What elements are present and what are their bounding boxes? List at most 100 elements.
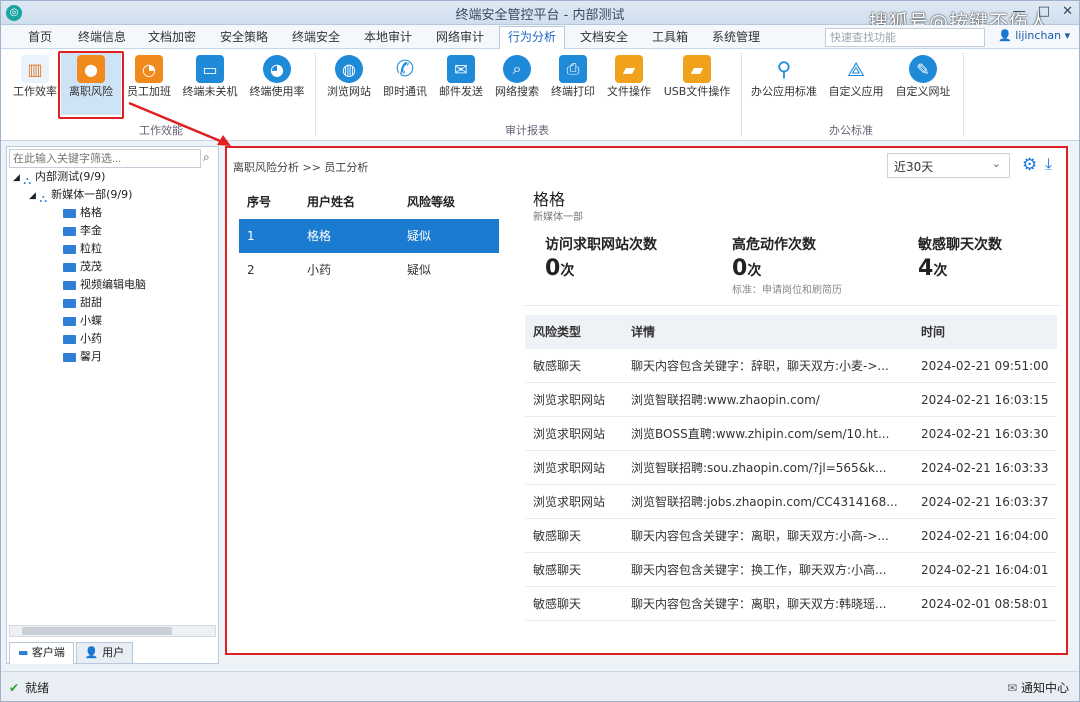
tree-node-computer[interactable]: 茂茂	[63, 258, 102, 276]
maximize-icon[interactable]: □	[1038, 4, 1050, 19]
menu-item-home[interactable]: 首页	[15, 28, 65, 49]
table-row[interactable]: 2 小药 疑似	[239, 253, 499, 287]
tree-node-label: 小药	[80, 332, 102, 345]
table-row[interactable]: 敏感聊天 聊天内容包含关键字：换工作，聊天双方:小高... 2024-02-21 1…	[525, 553, 1057, 587]
stat-label: 访问求职网站次数	[545, 237, 657, 253]
risk-time: 2024-02-21 16:03:37	[921, 495, 1049, 509]
tree-node-computer[interactable]: 小蝶	[63, 312, 102, 330]
ribbon-im-button[interactable]: ✆ 即时通讯	[377, 51, 433, 115]
tab-users[interactable]: 👤 用户	[75, 642, 134, 664]
tree-node-computer[interactable]: 李金	[63, 222, 102, 240]
tree-node-computer[interactable]: 视频编辑电脑	[63, 276, 146, 294]
stat-label: 敏感聊天次数	[918, 237, 1002, 253]
risk-detail: 聊天内容包含关键字：辞职，聊天双方:小麦->...	[631, 359, 889, 373]
user-name: lijinchan ▾	[1015, 29, 1071, 42]
menu-item-behavior-analysis[interactable]: 行为分析	[499, 26, 565, 50]
table-row[interactable]: 1 格格 疑似	[239, 219, 499, 253]
ribbon-mail-button[interactable]: ✉ 邮件发送	[433, 51, 489, 115]
scrollbar-thumb[interactable]	[22, 627, 172, 635]
stat-value: 0次	[545, 256, 657, 281]
ribbon-label: 员工加班	[127, 85, 171, 98]
ribbon-print-button[interactable]: ⎙ 终端打印	[545, 51, 601, 115]
notification-center-button[interactable]: ✉ 通知中心	[1007, 679, 1069, 696]
table-row[interactable]: 敏感聊天 聊天内容包含关键字：辞职，聊天双方:小麦->... 2024-02-21 …	[525, 349, 1057, 383]
org-icon: ⛬	[39, 192, 48, 205]
table-row[interactable]: 浏览求职网站 浏览智联招聘:sou.zhaopin.com/?jl=565&k..…	[525, 451, 1057, 485]
collapse-icon[interactable]: ◢	[29, 191, 36, 201]
monitor-power-icon: ▭	[196, 55, 224, 83]
minimize-icon[interactable]: —	[1013, 4, 1026, 19]
close-icon[interactable]: ✕	[1062, 4, 1073, 19]
tree-node-computer[interactable]: 甜甜	[63, 294, 102, 312]
download-icon[interactable]: ⤓	[1045, 154, 1052, 174]
menu-item-terminal-security[interactable]: 终端安全	[285, 28, 347, 49]
period-value: 近30天	[894, 160, 934, 174]
ribbon-office-standard-button[interactable]: ⚲ 办公应用标准	[747, 51, 821, 115]
menu-item-doc-security[interactable]: 文档安全	[573, 28, 635, 49]
ribbon-not-shutdown-button[interactable]: ▭ 终端未关机	[179, 51, 241, 115]
ribbon-label: 文件操作	[607, 85, 651, 98]
stat-sensitive-chats: 敏感聊天次数 4次	[918, 234, 1002, 281]
tree-node-computer[interactable]: 小药	[63, 330, 102, 348]
table-row[interactable]: 浏览求职网站 浏览智联招聘:www.zhaopin.com/2024-02-21 …	[525, 383, 1057, 417]
checkmark-icon: ✔	[9, 681, 20, 695]
menu-item-terminal-info[interactable]: 终端信息	[71, 28, 133, 49]
menu-item-toolbox[interactable]: 工具箱	[643, 28, 697, 49]
ribbon-file-op-button[interactable]: ▰ 文件操作	[601, 51, 657, 115]
stat-label: 高危动作次数	[732, 237, 816, 253]
ribbon-custom-url-button[interactable]: ✎ 自定义网址	[891, 51, 955, 115]
menu-item-doc-encrypt[interactable]: 文档加密	[141, 28, 203, 49]
stat-note: 标准：申请岗位和刷简历	[732, 285, 842, 296]
user-menu[interactable]: 👤 lijinchan ▾	[998, 29, 1070, 42]
pie-chart-icon: ◕	[263, 55, 291, 83]
monitor-icon: ▬	[18, 646, 29, 659]
tree-node-label: 茂茂	[80, 260, 102, 273]
tree-filter-input[interactable]	[9, 149, 201, 168]
menu-item-security-policy[interactable]: 安全策略	[213, 28, 275, 49]
ribbon-browse-web-button[interactable]: ◍ 浏览网站	[321, 51, 377, 115]
ribbon-web-search-button[interactable]: ⌕ 网络搜索	[489, 51, 545, 115]
gear-icon[interactable]: ⚙	[1022, 155, 1037, 175]
monitor-icon	[63, 298, 76, 308]
search-icon[interactable]: ⌕	[203, 150, 210, 165]
sidebar-tabs: ▬ 客户端 👤 用户	[9, 642, 135, 664]
tree-node-computer[interactable]: 馨月	[63, 348, 102, 366]
table-row[interactable]: 浏览求职网站 浏览智联招聘:jobs.zhaopin.com/CC4314168.…	[525, 485, 1057, 519]
menu-item-local-audit[interactable]: 本地审计	[357, 28, 419, 49]
tree-node-computer[interactable]: 粒粒	[63, 240, 102, 258]
tree-node-org-dept[interactable]: ◢ ⛬ 新媒体一部(9/9)	[29, 186, 132, 205]
ribbon-usage-rate-button[interactable]: ◕ 终端使用率	[245, 51, 309, 115]
monitor-icon	[63, 316, 76, 326]
column-header: 风险等级	[407, 195, 456, 209]
tree-node-label: 格格	[80, 206, 102, 219]
analysis-panel: 离职风险分析 >> 员工分析 近30天 ⌄ ⚙ ⤓ 序号 用户姓名 风险等级 1…	[225, 146, 1068, 655]
status-bar: ✔ 就绪 ✉ 通知中心	[1, 671, 1079, 701]
period-select[interactable]: 近30天 ⌄	[887, 153, 1010, 178]
quick-search-input[interactable]	[825, 28, 985, 47]
table-row[interactable]: 敏感聊天 聊天内容包含关键字：离职，聊天双方:韩晓瑶... 2024-02-01 0…	[525, 587, 1057, 621]
risk-detail: 聊天内容包含关键字：离职，聊天双方:韩晓瑶...	[631, 597, 887, 611]
stat-number: 0	[545, 256, 561, 281]
ribbon-overtime-button[interactable]: ◔ 员工加班	[121, 51, 177, 115]
ribbon-work-efficiency-button[interactable]: ▥ 工作效率	[7, 51, 63, 115]
window-controls: — □ ✕	[1013, 4, 1073, 19]
collapse-icon[interactable]: ◢	[13, 173, 20, 183]
ribbon-label: 自定义网址	[895, 85, 951, 98]
tree-node-org-root[interactable]: ◢ ⛬ 内部测试(9/9)	[13, 168, 105, 187]
status-ready: ✔ 就绪	[9, 679, 49, 696]
column-header: 详情	[631, 325, 656, 339]
table-row[interactable]: 敏感聊天 聊天内容包含关键字：离职，聊天双方:小高->... 2024-02-21 …	[525, 519, 1057, 553]
tree-node-computer[interactable]: 格格	[63, 204, 102, 222]
horizontal-scrollbar[interactable]	[9, 625, 216, 637]
menu-item-system-admin[interactable]: 系统管理	[705, 28, 767, 49]
row-name: 小药	[307, 263, 332, 277]
table-row[interactable]: 浏览求职网站 浏览BOSS直聘:www.zhipin.com/sem/10.ht.…	[525, 417, 1057, 451]
risk-detail: 浏览BOSS直聘:www.zhipin.com/sem/10.ht...	[631, 427, 890, 441]
ribbon-usb-file-button[interactable]: ▰ USB文件操作	[659, 51, 735, 115]
monitor-icon	[63, 280, 76, 290]
column-header: 用户姓名	[307, 195, 356, 209]
stat-number: 0	[732, 256, 748, 281]
menu-item-network-audit[interactable]: 网络审计	[429, 28, 491, 49]
tab-clients[interactable]: ▬ 客户端	[9, 642, 74, 664]
ribbon-custom-app-button[interactable]: ⟁ 自定义应用	[825, 51, 887, 115]
